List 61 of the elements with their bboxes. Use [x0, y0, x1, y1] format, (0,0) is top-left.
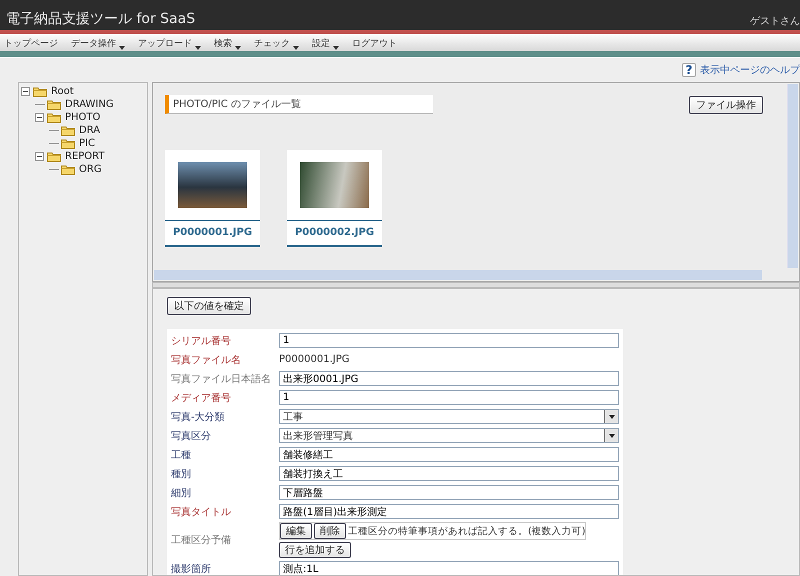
- input-field[interactable]: 1: [279, 333, 619, 348]
- collapse-toggle-icon[interactable]: [21, 87, 30, 96]
- folder-name[interactable]: PIC: [79, 138, 95, 149]
- edit-button[interactable]: 編集: [280, 523, 312, 539]
- field-label: 工種: [171, 448, 192, 462]
- confirm-button[interactable]: 以下の値を確定: [167, 297, 251, 315]
- file-name[interactable]: P0000001.JPG: [165, 221, 260, 247]
- input-field[interactable]: 出来形0001.JPG: [279, 371, 619, 386]
- add-row-button[interactable]: 行を追加する: [279, 542, 351, 558]
- user-name: ゲストさん: [750, 15, 800, 28]
- help-link[interactable]: 表示中ページのヘルプ: [700, 63, 800, 77]
- menu-item[interactable]: トップページ: [4, 36, 58, 50]
- delete-button[interactable]: 削除: [314, 523, 346, 539]
- field-label: メディア番号: [171, 392, 232, 404]
- field-label: シリアル番号: [171, 334, 232, 348]
- folder-icon: [61, 164, 75, 175]
- field-label: 撮影箇所: [171, 562, 212, 575]
- section-heading: PHOTO/PIC のファイル一覧: [165, 95, 433, 114]
- photo-placeholder: [178, 162, 247, 208]
- field-label: 細別: [171, 486, 192, 500]
- folder-icon: [47, 112, 61, 123]
- field-label: 写真ファイル日本語名: [171, 372, 272, 386]
- folder-icon: [47, 151, 61, 162]
- folder-name[interactable]: Root: [51, 86, 74, 97]
- input-field[interactable]: 路盤(1層目)出来形測定: [279, 504, 619, 519]
- input-field[interactable]: 1: [279, 390, 619, 405]
- collapse-toggle-icon[interactable]: [35, 152, 44, 161]
- folder-icon: [61, 138, 75, 149]
- field-label: 写真タイトル: [171, 506, 232, 518]
- field-label: 写真-大分類: [171, 410, 226, 424]
- collapse-toggle-icon[interactable]: [35, 113, 44, 122]
- input-field[interactable]: 舗装打換え工: [279, 466, 619, 481]
- field-label: 写真区分: [171, 430, 212, 442]
- folder-icon: [61, 125, 75, 136]
- dropdown[interactable]: 工事: [279, 409, 619, 424]
- folder-name[interactable]: DRAWING: [65, 99, 114, 110]
- folder-name[interactable]: PHOTO: [65, 112, 100, 123]
- folder-icon: [47, 99, 61, 110]
- field-label: 工種区分予備: [171, 534, 232, 547]
- vertical-scrollbar[interactable]: [787, 84, 798, 268]
- field-value: P0000001.JPG: [279, 354, 350, 365]
- folder-icon: [33, 86, 47, 97]
- folder-name[interactable]: REPORT: [65, 151, 104, 162]
- field-label: 写真ファイル名: [171, 354, 242, 366]
- folder-name[interactable]: DRA: [79, 125, 100, 136]
- help-icon[interactable]: ?: [682, 63, 696, 77]
- horizontal-scrollbar[interactable]: [154, 270, 762, 280]
- folder-name[interactable]: ORG: [79, 164, 102, 175]
- file-name[interactable]: P0000002.JPG: [287, 221, 382, 247]
- field-label: 種別: [171, 468, 192, 480]
- memo-text: 工種区分の特筆事項があれば記入する。(複数入力可): [348, 524, 586, 538]
- input-field[interactable]: 舗装修繕工: [279, 447, 619, 462]
- file-card[interactable]: P0000001.JPG: [165, 150, 260, 247]
- input-field[interactable]: 測点:1L: [279, 561, 619, 575]
- dropdown[interactable]: 出来形管理写真: [279, 428, 619, 443]
- input-field[interactable]: 下層路盤: [279, 485, 619, 500]
- file-card[interactable]: P0000002.JPG: [287, 150, 382, 247]
- menu-item[interactable]: ログアウト: [352, 36, 397, 50]
- app-title: 電子納品支援ツール for SaaS: [6, 10, 196, 28]
- photo-placeholder: [300, 162, 369, 208]
- file-operation-button[interactable]: ファイル操作: [689, 96, 763, 114]
